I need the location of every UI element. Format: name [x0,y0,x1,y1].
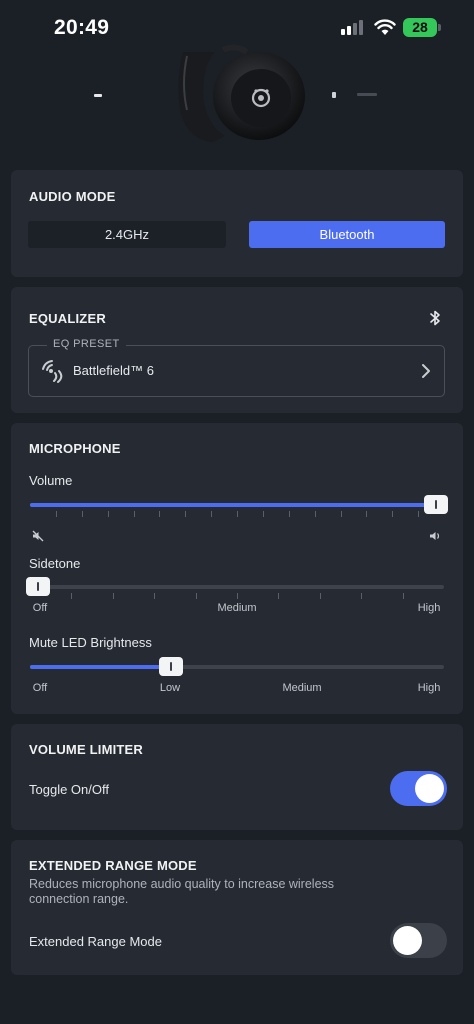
extended-range-description: Reduces microphone audio quality to incr… [29,877,335,906]
slider-tick [56,511,57,517]
mute-led-label: Mute LED Brightness [29,635,152,650]
slider-tick [185,511,186,517]
extended-range-card: EXTENDED RANGE MODE Reduces microphone a… [11,840,463,975]
slider-tick [211,511,212,517]
mute-led-thumb[interactable] [159,657,183,676]
slider-tick [237,511,238,517]
volume-mute-icon [32,530,44,542]
volume-limiter-title: VOLUME LIMITER [29,742,144,757]
sidetone-scale-high: High [417,602,441,614]
toggle-knob [415,774,444,803]
extended-range-toggle-label: Extended Range Mode [29,934,162,949]
audio-mode-2-4ghz-button[interactable]: 2.4GHz [28,221,226,248]
chevron-right-icon [422,364,430,378]
slider-tick [113,593,114,599]
eq-preset-label: EQ PRESET [47,338,126,350]
slider-tick [82,511,83,517]
status-bar: 20:49 28 [0,0,474,56]
equalizer-title: EQUALIZER [29,311,106,326]
slider-tick [392,511,393,517]
volume-up-icon [430,532,440,540]
slider-tick [315,511,316,517]
header-mark [357,93,377,96]
mute-led-scale-high: High [417,682,441,694]
sidetone-thumb[interactable] [26,577,50,596]
equalizer-card: EQUALIZER EQ PRESET Battlefield™ 6 [11,287,463,413]
mute-led-scale-medium: Medium [282,682,322,694]
slider-tick [237,593,238,599]
wifi-icon [374,19,396,35]
mic-volume-fill [30,503,436,507]
microphone-card: MICROPHONE Volume Sidetone Off Medium Hi… [11,423,463,714]
extended-range-title: EXTENDED RANGE MODE [29,858,197,873]
sidetone-label: Sidetone [29,556,81,571]
battery-level: 28 [412,19,428,35]
sound-wave-icon [42,360,63,383]
slider-tick [108,511,109,517]
volume-limiter-toggle-label: Toggle On/Off [29,782,109,797]
slider-tick [366,511,367,517]
slider-tick [159,511,160,517]
slider-tick [196,593,197,599]
microphone-title: MICROPHONE [29,441,121,456]
slider-tick [361,593,362,599]
extended-range-toggle[interactable] [390,923,447,958]
slider-tick [289,511,290,517]
battery-icon: 28 [403,18,437,37]
mic-volume-label: Volume [29,473,73,488]
eq-preset-value: Battlefield™ 6 [73,363,154,378]
bluetooth-icon [430,310,440,326]
mute-led-fill [30,665,171,669]
eq-preset-selector[interactable]: EQ PRESET Battlefield™ 6 [28,338,445,397]
mute-led-scale-low: Low [159,682,181,694]
toggle-knob [393,926,422,955]
sidetone-scale-off: Off [32,602,48,614]
mute-led-scale-off: Off [32,682,48,694]
sidetone-slider[interactable] [26,577,444,599]
audio-mode-card: AUDIO MODE 2.4GHz Bluetooth [11,170,463,277]
audio-mode-title: AUDIO MODE [29,189,116,204]
slider-tick [341,511,342,517]
headset-image [178,44,305,142]
slider-tick [71,593,72,599]
slider-tick [418,511,419,517]
battery-tip [438,24,441,31]
cellular-signal-icon [341,19,367,35]
slider-tick [320,593,321,599]
slider-tick [154,593,155,599]
mute-led-slider[interactable] [30,657,444,676]
slider-tick [278,593,279,599]
status-time: 20:49 [54,16,110,39]
volume-limiter-toggle[interactable] [390,771,447,806]
slider-tick [263,511,264,517]
slider-tick [403,593,404,599]
slider-tick [134,511,135,517]
volume-limiter-card: VOLUME LIMITER Toggle On/Off [11,724,463,830]
audio-mode-bluetooth-button[interactable]: Bluetooth [249,221,445,248]
header-mark [332,92,336,98]
sidetone-scale-medium: Medium [217,602,257,614]
mic-volume-slider[interactable] [30,495,448,517]
headset-image-area [0,44,474,164]
mic-volume-thumb[interactable] [424,495,448,514]
header-mark [94,94,102,97]
